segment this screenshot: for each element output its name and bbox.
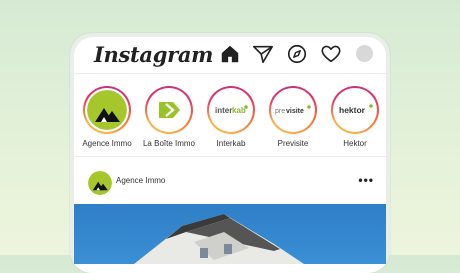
story-label: Agence Immo bbox=[82, 139, 132, 148]
la-boite-immo-logo bbox=[149, 90, 189, 130]
story-la-boite-immo[interactable]: La Boîte Immo bbox=[136, 86, 202, 148]
post-avatar[interactable] bbox=[88, 171, 112, 195]
story-previsite[interactable]: pre visite Previsite bbox=[260, 86, 326, 148]
stories-row: Agence Immo La Boîte Immo inter kab Inte… bbox=[74, 74, 386, 157]
story-label: La Boîte Immo bbox=[142, 139, 196, 148]
post-header: Agence Immo ••• bbox=[74, 161, 386, 203]
story-ring bbox=[83, 86, 131, 134]
house-photo bbox=[134, 214, 304, 264]
story-agence-immo[interactable]: Agence Immo bbox=[74, 86, 140, 148]
instagram-logo: Instagram bbox=[94, 42, 214, 67]
home-icon[interactable] bbox=[219, 43, 241, 65]
activity-heart-icon[interactable] bbox=[320, 43, 342, 65]
story-interkab[interactable]: inter kab Interkab bbox=[198, 86, 264, 148]
svg-text:hektor: hektor bbox=[339, 105, 366, 115]
story-ring: pre visite bbox=[269, 86, 317, 134]
svg-text:pre: pre bbox=[275, 108, 285, 115]
story-label: Hektor bbox=[343, 139, 367, 148]
story-label: Interkab bbox=[216, 139, 246, 148]
top-bar: Instagram bbox=[74, 37, 386, 74]
story-hektor[interactable]: hektor Hektor bbox=[322, 86, 386, 148]
story-label: Previsite bbox=[277, 139, 309, 148]
previsite-logo: pre visite bbox=[273, 90, 313, 130]
post-username[interactable]: Agence Immo bbox=[116, 176, 165, 185]
direct-message-icon[interactable] bbox=[252, 43, 274, 65]
phone-frame: Instagram Agence Immo La Boîte Immo inte… bbox=[70, 33, 390, 273]
story-ring: inter kab bbox=[207, 86, 255, 134]
svg-text:kab: kab bbox=[232, 106, 246, 115]
more-options-icon[interactable]: ••• bbox=[358, 173, 374, 187]
profile-avatar[interactable] bbox=[356, 45, 373, 62]
interkab-logo: inter kab bbox=[211, 90, 251, 130]
hektor-logo: hektor bbox=[335, 90, 375, 130]
svg-text:inter: inter bbox=[215, 106, 232, 115]
story-ring: hektor bbox=[331, 86, 379, 134]
agence-immo-logo bbox=[87, 90, 127, 130]
post-image[interactable] bbox=[74, 204, 386, 264]
instagram-screen: Instagram Agence Immo La Boîte Immo inte… bbox=[74, 37, 386, 273]
explore-compass-icon[interactable] bbox=[286, 43, 308, 65]
story-ring bbox=[145, 86, 193, 134]
svg-text:visite: visite bbox=[286, 108, 304, 115]
